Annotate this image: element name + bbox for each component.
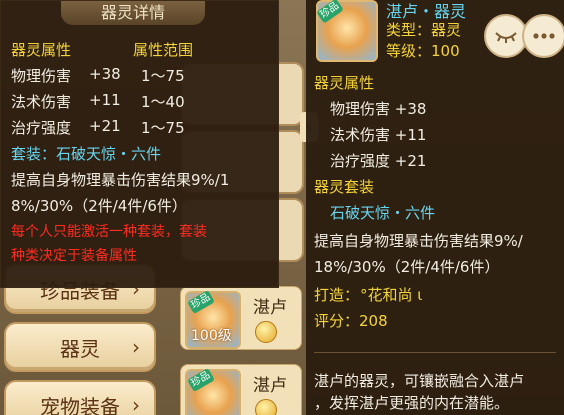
range-header: 属性范围: [133, 41, 194, 59]
chevron-right-icon: ›: [132, 335, 140, 359]
rare-tag: 珍品: [187, 289, 215, 315]
warning-line: 种类决定于装备属性: [11, 248, 137, 264]
set-description-line: 提高自身物理暴击伤害结果9%/1: [11, 171, 230, 189]
attr-header: 器灵属性: [314, 74, 375, 92]
stat-line: 物理伤害 +38: [330, 100, 427, 118]
more-icon[interactable]: [522, 14, 564, 58]
coin-icon: [255, 321, 277, 343]
stat-value: +11: [89, 91, 121, 109]
divider: [314, 352, 556, 353]
forge-value: °花和尚 ι: [360, 286, 423, 304]
set-header: 器灵套装: [314, 178, 375, 196]
set-name: 石破天惊・六件: [330, 204, 436, 222]
set-description-line: 提高自身物理暴击伤害结果9%/: [314, 232, 523, 250]
item-name: 湛卢: [253, 298, 287, 318]
warning-line: 每个人只能激活一种套装，套装: [11, 224, 207, 240]
description-line: ，发挥湛卢更强的内在潜能。: [314, 394, 510, 412]
rare-tag: 珍品: [187, 367, 215, 393]
item-card[interactable]: 珍品 100级 湛卢: [180, 286, 302, 350]
item-thumbnail: 珍品: [185, 367, 241, 415]
score-label: 评分：208: [314, 312, 388, 330]
stat-range: 1～75: [141, 67, 185, 85]
set-description-line: 18%/30%（2件/4件/6件）: [314, 258, 500, 276]
item-level: 等级：100: [386, 42, 460, 60]
set-description-line: 8%/30%（2件/4件/6件）: [11, 197, 187, 215]
item-name: 湛卢: [253, 376, 287, 396]
forge-label: 打造：: [314, 286, 360, 304]
attr-header: 器灵属性: [11, 41, 72, 59]
spirit-detail-tooltip: 器灵详情 器灵属性 属性范围 物理伤害 +38 1～75 法术伤害 +11 1～…: [0, 0, 279, 288]
category-label: 宠物装备: [40, 394, 120, 415]
stat-range: 1～40: [141, 93, 185, 111]
chevron-right-icon: ›: [132, 393, 140, 415]
stat-name: 物理伤害: [11, 67, 72, 85]
stat-line: 法术伤害 +11: [330, 126, 427, 144]
stat-value: +38: [89, 65, 121, 83]
set-label: 套装：石破天惊・六件: [11, 145, 162, 163]
category-label: 器灵: [60, 336, 100, 361]
category-button-pet-equip[interactable]: 宠物装备 ›: [4, 380, 156, 415]
item-thumbnail: 珍品 100级: [185, 289, 241, 349]
item-card[interactable]: 珍品 湛卢: [180, 364, 302, 415]
stat-name: 治疗强度: [11, 119, 72, 137]
category-button-spirit[interactable]: 器灵 ›: [4, 322, 156, 372]
stat-value: +21: [89, 117, 121, 135]
item-type: 类型：器灵: [386, 21, 462, 39]
coin-icon: [255, 399, 277, 415]
stat-range: 1～75: [141, 119, 185, 137]
description-line: 湛卢的器灵，可镶嵌融合入湛卢: [314, 372, 525, 390]
stat-line: 治疗强度 +21: [330, 152, 427, 170]
item-level: 100级: [191, 328, 232, 344]
stat-name: 法术伤害: [11, 93, 72, 111]
tooltip-title: 器灵详情: [61, 1, 205, 25]
